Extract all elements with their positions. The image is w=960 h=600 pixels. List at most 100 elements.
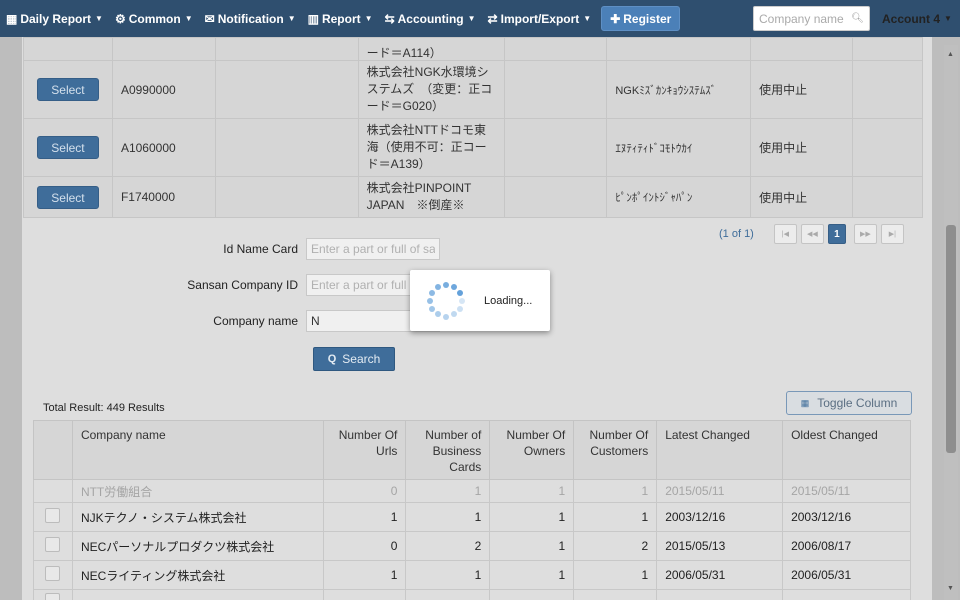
nav-daily-report[interactable]: ▦ Daily Report ▼ (0, 0, 109, 37)
company-kana-cell: ﾋﾟﾝﾎﾟｲﾝﾄｼﾞｬﾊﾟﾝ (606, 176, 752, 218)
scrollbar-thumb[interactable] (946, 225, 956, 453)
last-page-button[interactable]: ▶| (880, 224, 904, 244)
account-menu[interactable]: Account 4 ▼ (882, 0, 952, 37)
paginator: (1 of 1) |◀ ◀◀ 1 ▶▶ ▶| (719, 224, 908, 244)
spinner-dot (429, 305, 436, 312)
caret-down-icon: ▼ (467, 14, 476, 23)
oldest-changed-cell: 2015/05/11 (782, 479, 911, 503)
nav-import-export-label: Import/Export (500, 11, 580, 26)
toggle-column-button[interactable]: ▦ Toggle Column (786, 391, 912, 415)
urls-cell: 0 (323, 479, 407, 503)
table-row: Select F1740000 株式会社PINPOINT JAPAN ※倒産※ … (23, 176, 923, 218)
nav-import-export[interactable]: ⇄ Import/Export ▼ (482, 0, 598, 37)
search-button[interactable]: Q Search (313, 347, 395, 371)
header-latest-changed[interactable]: Latest Changed (656, 420, 784, 480)
id-name-card-row: Id Name Card (22, 238, 440, 260)
header-oldest-changed[interactable]: Oldest Changed (782, 420, 911, 480)
company-search-box: 🔍︎ (753, 6, 870, 31)
transfer-icon: ⇆ (384, 11, 395, 26)
company-name-cell: NECライティング株式会社 (71, 560, 325, 590)
header-company-name[interactable]: Company name (71, 420, 325, 480)
caret-down-icon: ▼ (944, 14, 952, 23)
row-checkbox[interactable] (45, 537, 61, 552)
urls-cell: 0 (323, 531, 407, 561)
nav-report-label: Report (321, 11, 361, 26)
checkbox-header (33, 420, 73, 480)
oldest-changed-cell: 2006/05/31 (782, 560, 911, 590)
customers-cell: 2 (573, 531, 658, 561)
table-row (33, 589, 911, 600)
header-number-of-owners[interactable]: Number Of Owners (489, 420, 575, 480)
spinner-dot (456, 289, 463, 296)
owners-cell: 1 (489, 560, 575, 590)
company-kana-cell: NGKﾐｽﾞｶﾝｷｮｳｼｽﾃﾑｽﾞ (606, 60, 752, 119)
status-cell: 使用中止 (750, 176, 854, 218)
envelope-icon: ✉ (204, 11, 215, 26)
company-name-label: Company name (213, 314, 298, 328)
oldest-changed-cell: 2003/12/16 (782, 502, 911, 532)
company-name-cell: NJKテクノ・システム株式会社 (71, 502, 325, 532)
scroll-up-arrow-icon[interactable]: ▲ (947, 51, 954, 58)
table-row: NTT労働組合 0 1 1 1 2015/05/11 2015/05/11 (33, 479, 911, 503)
company-name-cell: NECパーソナルプロダクツ株式会社 (71, 531, 325, 561)
company-search-input[interactable] (759, 11, 847, 26)
row-checkbox[interactable] (45, 593, 61, 600)
nav-report[interactable]: ▥ Report ▼ (302, 0, 379, 37)
status-cell: 使用中止 (750, 118, 854, 177)
scroll-down-arrow-icon[interactable]: ▼ (947, 585, 954, 592)
page-info: (1 of 1) (719, 228, 754, 240)
register-label: Register (623, 11, 672, 26)
plus-icon: ✚ (610, 11, 621, 26)
row-checkbox[interactable] (45, 566, 61, 581)
status-cell: 使用中止 (750, 60, 854, 119)
spinner-dot (443, 313, 449, 320)
table-row: Select A0990000 株式会社NGK水環境システムズ （変更：正コード… (23, 60, 923, 119)
oldest-changed-cell: 2006/08/17 (782, 531, 911, 561)
top-results-table: ード＝A114） Select A0990000 株式会社NGK水環境システムズ… (23, 37, 923, 218)
search-icon: 🔍︎ (851, 13, 864, 24)
select-button[interactable]: Select (36, 78, 99, 101)
id-name-card-input[interactable] (306, 238, 440, 260)
total-result: Total Result: 449 Results (43, 402, 165, 414)
business-cards-cell: 2 (405, 531, 491, 561)
customers-cell: 1 (573, 560, 658, 590)
columns-icon: ▦ (800, 397, 810, 408)
table-row: ード＝A114） (23, 37, 923, 61)
header-number-of-urls[interactable]: Number Of Urls (323, 420, 407, 480)
calendar-icon: ▦ (6, 11, 18, 26)
next-page-button[interactable]: ▶▶ (853, 224, 877, 244)
nav-accounting[interactable]: ⇆ Accounting ▼ (379, 0, 482, 37)
nav-notification[interactable]: ✉ Notification ▼ (199, 0, 302, 37)
spinner-dot (451, 311, 457, 318)
customers-cell: 1 (573, 479, 658, 503)
spinner-dot (435, 311, 441, 318)
spinner-dot (451, 283, 457, 290)
row-checkbox[interactable] (45, 508, 61, 523)
prev-page-button[interactable]: ◀◀ (800, 224, 824, 244)
exchange-icon: ⇄ (487, 11, 498, 26)
results-table: Company name Number Of Urls Number of Bu… (33, 420, 911, 600)
select-button[interactable]: Select (36, 185, 99, 209)
first-page-button[interactable]: |◀ (773, 224, 797, 244)
page-1-button[interactable]: 1 (827, 224, 846, 244)
latest-changed-cell: 2006/05/31 (656, 560, 784, 590)
header-number-of-business-cards[interactable]: Number of Business Cards (405, 420, 491, 480)
page-scrollbar[interactable]: ▲ ▼ (944, 45, 958, 600)
company-kana-cell: ｴﾇﾃｨﾃｨﾄﾞｺﾓﾄｳｶｲ (606, 118, 752, 177)
customers-cell: 1 (573, 502, 658, 532)
nav-common[interactable]: ⚙ Common ▼ (109, 0, 199, 37)
company-name-cell: NTT労働組合 (71, 479, 325, 503)
account-label: Account 4 (882, 11, 941, 26)
table-row: Select A1060000 株式会社NTTドコモ東海（使用不可：正コード＝A… (23, 118, 923, 177)
register-button[interactable]: ✚ Register (601, 6, 681, 31)
latest-changed-cell: 2015/05/13 (656, 531, 784, 561)
table-row: NECライティング株式会社 1 1 1 1 2006/05/31 2006/05… (33, 560, 911, 590)
spinner-dot (443, 281, 449, 288)
select-button[interactable]: Select (36, 136, 99, 159)
table-row: NJKテクノ・システム株式会社 1 1 1 1 2003/12/16 2003/… (33, 502, 911, 532)
owners-cell: 1 (489, 531, 575, 561)
spinner-dot (456, 305, 463, 312)
header-number-of-customers[interactable]: Number Of Customers (573, 420, 658, 480)
owners-cell: 1 (489, 479, 575, 503)
company-name-cell: 株式会社NTTドコモ東海（使用不可：正コード＝A139） (357, 118, 505, 177)
